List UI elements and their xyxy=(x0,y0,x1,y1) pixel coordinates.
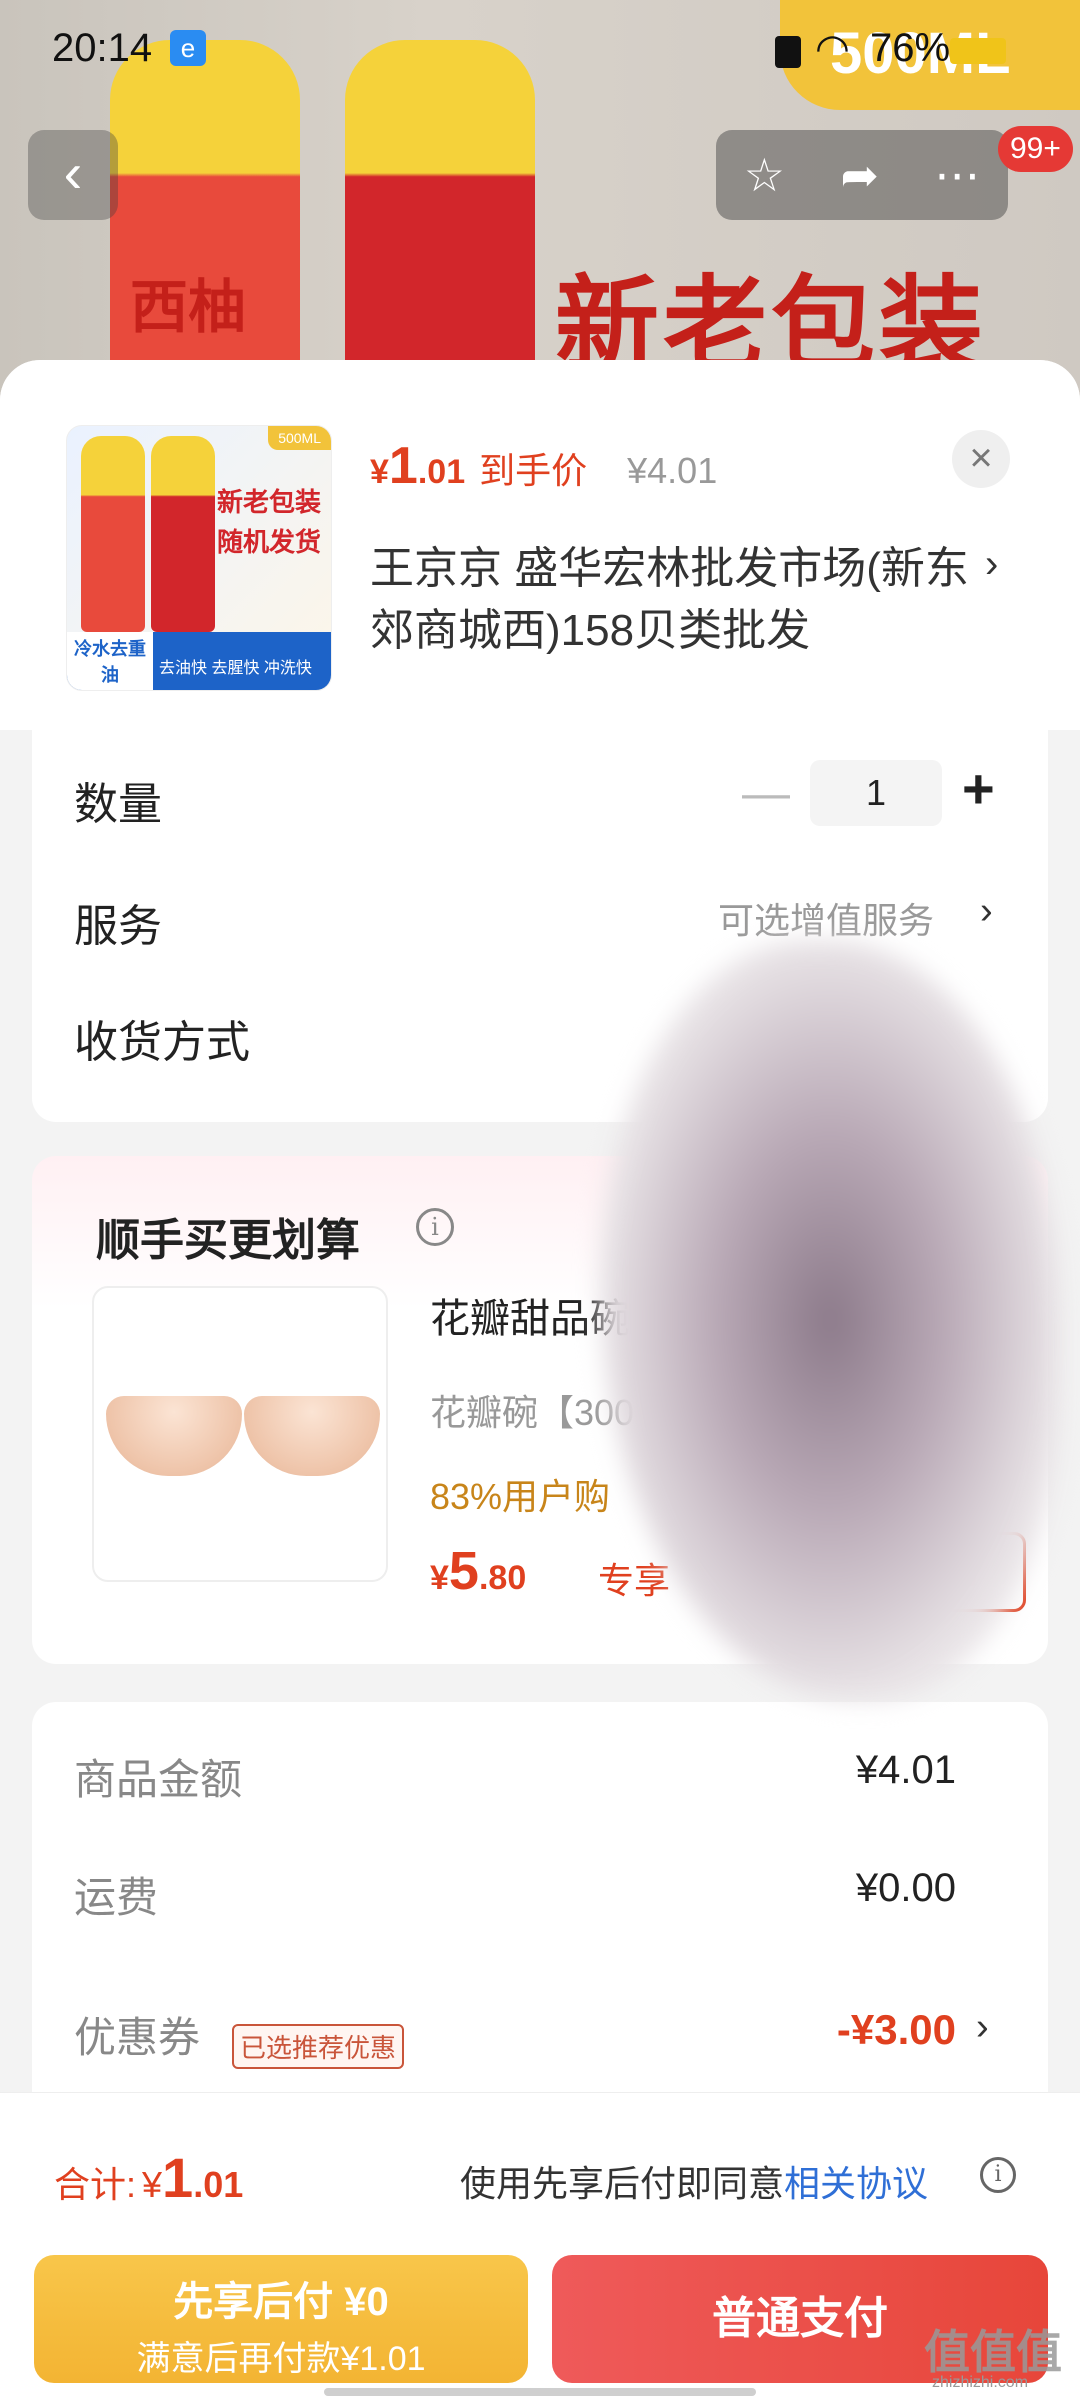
more-icon[interactable]: ⋯ xyxy=(934,148,980,202)
info-icon[interactable]: i xyxy=(980,2157,1016,2193)
upsell-product-desc: 花瓣碗【300 xyxy=(430,1392,635,1433)
price-integer: 1 xyxy=(388,437,418,495)
nav-action-group: ☆ ➦ ⋯ xyxy=(716,130,1008,220)
info-icon[interactable]: i xyxy=(416,1208,454,1246)
sim-icon xyxy=(775,36,801,68)
shipping-value: ¥0.00 xyxy=(855,1866,956,1910)
product-header: 500ML 新老包装 随机发货 冷水去重油 去油快 去腥快 冲洗快 ¥ 1 .0… xyxy=(0,360,1080,730)
bowl-image xyxy=(106,1396,242,1476)
status-time: 20:14 xyxy=(52,26,153,70)
total-symbol: ¥ xyxy=(142,2164,163,2205)
wifi-icon: ◠ xyxy=(815,27,850,71)
coupon-value[interactable]: -¥3.00 xyxy=(837,2006,956,2054)
delivery-label: 收货方式 xyxy=(74,1018,250,1067)
pay-later-line2: 满意后再付款¥1.01 xyxy=(136,2340,426,2378)
upsell-price-symbol: ¥ xyxy=(430,1559,449,1597)
battery-percent: 76% xyxy=(870,26,951,70)
upsell-product-stat: 83%用户购 xyxy=(430,1476,611,1517)
chevron-left-icon: ‹ xyxy=(63,141,83,204)
quantity-input[interactable]: 1 xyxy=(810,760,942,826)
chevron-right-icon[interactable]: › xyxy=(985,542,998,587)
chevron-right-icon[interactable]: › xyxy=(980,890,993,933)
goods-amount-label: 商品金额 xyxy=(74,1756,243,1803)
total-amount: 合计: ¥ 1 .01 xyxy=(54,2145,243,2210)
pay-later-line1: 先享后付 ¥0 xyxy=(173,2280,389,2324)
message-count-badge: 99+ xyxy=(998,126,1073,172)
thumb-volume: 500ML xyxy=(268,426,331,450)
upsell-title: 顺手买更划算 xyxy=(96,1216,360,1265)
upsell-product-image[interactable] xyxy=(92,1286,388,1582)
thumb-footer-left: 冷水去重油 xyxy=(67,632,153,690)
total-label: 合计: xyxy=(54,2164,137,2205)
thumb-line2: 随机发货 xyxy=(217,527,322,557)
home-indicator[interactable] xyxy=(324,2388,756,2396)
agreement-text: 使用先享后付即同意相关协议 xyxy=(460,2155,928,2207)
price-decimal: .01 xyxy=(417,453,466,491)
browser-app-icon: e xyxy=(170,30,206,66)
bottle-image xyxy=(151,436,215,632)
agreement-prefix: 使用先享后付即同意 xyxy=(460,2163,785,2204)
status-bar: 20:14 e ◠ 76% xyxy=(0,0,1080,100)
bottle-image xyxy=(81,436,145,632)
quantity-increase-button[interactable]: + xyxy=(962,756,995,821)
total-decimal: .01 xyxy=(193,2164,244,2205)
quantity-decrease-button[interactable]: — xyxy=(742,766,790,821)
service-selector[interactable]: 可选增值服务 xyxy=(718,892,934,944)
price-tag: 到手价 xyxy=(479,450,588,491)
price-symbol: ¥ xyxy=(370,453,389,491)
close-icon: × xyxy=(969,436,993,480)
original-price: ¥4.01 xyxy=(627,450,718,491)
goods-amount-value: ¥4.01 xyxy=(855,1748,956,1792)
shipping-label: 运费 xyxy=(74,1874,159,1921)
quantity-label: 数量 xyxy=(74,780,162,829)
bottle-brand: 西柚 xyxy=(130,275,247,340)
back-button[interactable]: ‹ xyxy=(28,130,118,220)
shop-name-link[interactable]: 王京京 盛华宏林批发市场(新东郊商城西)158贝类批发 xyxy=(370,538,970,662)
close-button[interactable]: × xyxy=(952,430,1010,488)
coupon-recommend-tag: 已选推荐优惠 xyxy=(232,2024,405,2069)
share-icon[interactable]: ➦ xyxy=(840,148,879,202)
upsell-price: ¥ 5 .80 xyxy=(430,1540,526,1602)
price-row: ¥ 1 .01 到手价 ¥4.01 xyxy=(370,436,717,496)
watermark-url: zhizhizhi.com xyxy=(932,2374,1029,2391)
star-icon[interactable]: ☆ xyxy=(744,148,785,202)
chevron-right-icon[interactable]: › xyxy=(976,2006,989,2049)
thumb-line1: 新老包装 xyxy=(217,487,322,517)
bowl-image xyxy=(244,1396,380,1476)
battery-icon xyxy=(950,38,1006,64)
coupon-label: 优惠券 xyxy=(74,2014,201,2061)
thumb-footer-right: 去油快 去腥快 冲洗快 xyxy=(159,660,312,677)
checkout-footer: 合计: ¥ 1 .01 使用先享后付即同意相关协议 i 先享后付 ¥0 满意后再… xyxy=(0,2092,1080,2400)
total-integer: 1 xyxy=(162,2146,194,2209)
upsell-special-tag: 专享 xyxy=(598,1560,671,1601)
upsell-price-decimal: .80 xyxy=(478,1559,527,1597)
watermark-logo: 值值值 xyxy=(924,2326,1062,2378)
agreement-link[interactable]: 相关协议 xyxy=(784,2163,928,2204)
pay-later-button[interactable]: 先享后付 ¥0 满意后再付款¥1.01 xyxy=(34,2255,528,2383)
service-label: 服务 xyxy=(74,902,162,951)
product-thumbnail: 500ML 新老包装 随机发货 冷水去重油 去油快 去腥快 冲洗快 xyxy=(66,425,332,691)
upsell-price-integer: 5 xyxy=(448,1541,479,1601)
